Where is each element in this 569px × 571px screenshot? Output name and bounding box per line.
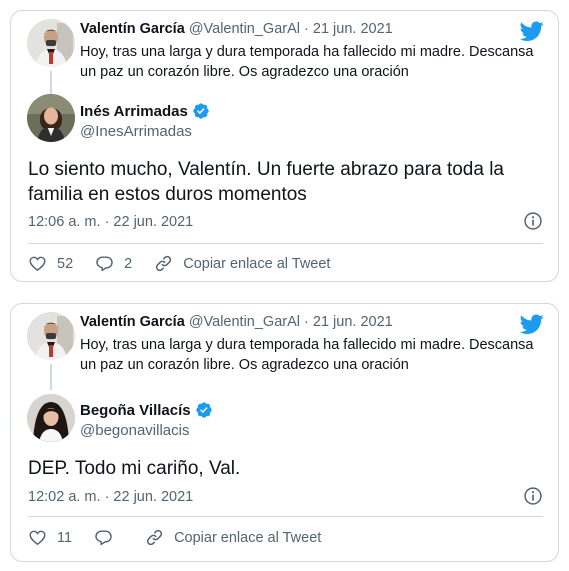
parent-author-avatar[interactable] bbox=[27, 19, 75, 67]
reply-tweet-text: DEP. Todo mi cariño, Val. bbox=[28, 458, 241, 479]
embedded-tweet-card[interactable]: Valentín García @Valentin_GarAl · 21 jun… bbox=[10, 10, 559, 282]
copy-link-label: Copiar enlace al Tweet bbox=[174, 529, 322, 546]
parent-author-handle[interactable]: @Valentin_GarAl bbox=[189, 314, 300, 330]
thread-connector-line bbox=[50, 364, 52, 390]
parent-tweet-text: Hoy, tras una larga y dura temporada ha … bbox=[80, 337, 534, 373]
like-button[interactable]: 11 bbox=[28, 528, 72, 547]
twitter-bird-icon[interactable] bbox=[520, 312, 544, 336]
parent-tweet-header: Valentín García @Valentin_GarAl · 21 jun… bbox=[80, 314, 393, 330]
action-divider bbox=[28, 516, 543, 517]
action-bar: 52 2 Copiar enlace al Tweet bbox=[28, 254, 352, 273]
copy-link-button[interactable]: Copiar enlace al Tweet bbox=[154, 254, 330, 273]
copy-link-button[interactable]: Copiar enlace al Tweet bbox=[145, 528, 321, 547]
parent-author-name[interactable]: Valentín García bbox=[80, 314, 185, 330]
reply-icon bbox=[95, 530, 112, 546]
link-icon bbox=[146, 529, 163, 546]
reply-count: 2 bbox=[124, 255, 133, 272]
parent-tweet-header: Valentín García @Valentin_GarAl · 21 jun… bbox=[80, 21, 393, 37]
info-icon[interactable] bbox=[523, 211, 543, 231]
action-divider bbox=[28, 243, 543, 244]
reply-tweet-text: Lo siento mucho, Valentín. Un fuerte abr… bbox=[28, 159, 505, 205]
info-icon[interactable] bbox=[523, 486, 543, 506]
reply-author-handle[interactable]: @begonavillacis bbox=[80, 422, 189, 439]
verified-badge-icon bbox=[193, 103, 209, 119]
reply-author-name-row[interactable]: Begoña Villacís bbox=[80, 401, 213, 419]
parent-author-name[interactable]: Valentín García bbox=[80, 21, 185, 37]
reply-icon bbox=[96, 256, 113, 272]
embedded-tweet-card[interactable]: Valentín García @Valentin_GarAl · 21 jun… bbox=[10, 303, 559, 562]
parent-author-handle[interactable]: @Valentin_GarAl bbox=[189, 21, 300, 37]
reply-author-name-row[interactable]: Inés Arrimadas bbox=[80, 102, 210, 120]
like-count: 11 bbox=[57, 529, 73, 546]
reply-author-handle[interactable]: @InesArrimadas bbox=[80, 123, 192, 140]
parent-tweet-text: Hoy, tras una larga y dura temporada ha … bbox=[80, 44, 534, 80]
like-count: 52 bbox=[57, 255, 74, 272]
link-icon bbox=[156, 255, 172, 272]
action-bar: 11 Copiar enlace al Tweet bbox=[28, 528, 343, 547]
reply-author-name[interactable]: Inés Arrimadas bbox=[80, 103, 188, 120]
parent-tweet-date[interactable]: 21 jun. 2021 bbox=[313, 21, 393, 37]
reply-timestamp[interactable]: 12:06 a. m. · 22 jun. 2021 bbox=[28, 214, 193, 230]
reply-button[interactable] bbox=[94, 528, 123, 547]
reply-button[interactable]: 2 bbox=[95, 254, 132, 273]
heart-icon bbox=[29, 256, 46, 272]
parent-tweet-date[interactable]: 21 jun. 2021 bbox=[313, 314, 393, 330]
meta-separator: · bbox=[304, 314, 309, 330]
parent-author-avatar[interactable] bbox=[27, 312, 75, 360]
reply-author-avatar[interactable] bbox=[27, 94, 75, 142]
reply-author-name[interactable]: Begoña Villacís bbox=[80, 402, 191, 419]
twitter-bird-icon[interactable] bbox=[520, 19, 544, 43]
like-button[interactable]: 52 bbox=[28, 254, 73, 273]
meta-separator: · bbox=[304, 21, 309, 37]
heart-icon bbox=[29, 530, 46, 546]
copy-link-label: Copiar enlace al Tweet bbox=[183, 255, 331, 272]
reply-author-avatar[interactable] bbox=[27, 394, 75, 442]
reply-timestamp[interactable]: 12:02 a. m. · 22 jun. 2021 bbox=[28, 489, 193, 505]
verified-badge-icon bbox=[195, 402, 212, 418]
